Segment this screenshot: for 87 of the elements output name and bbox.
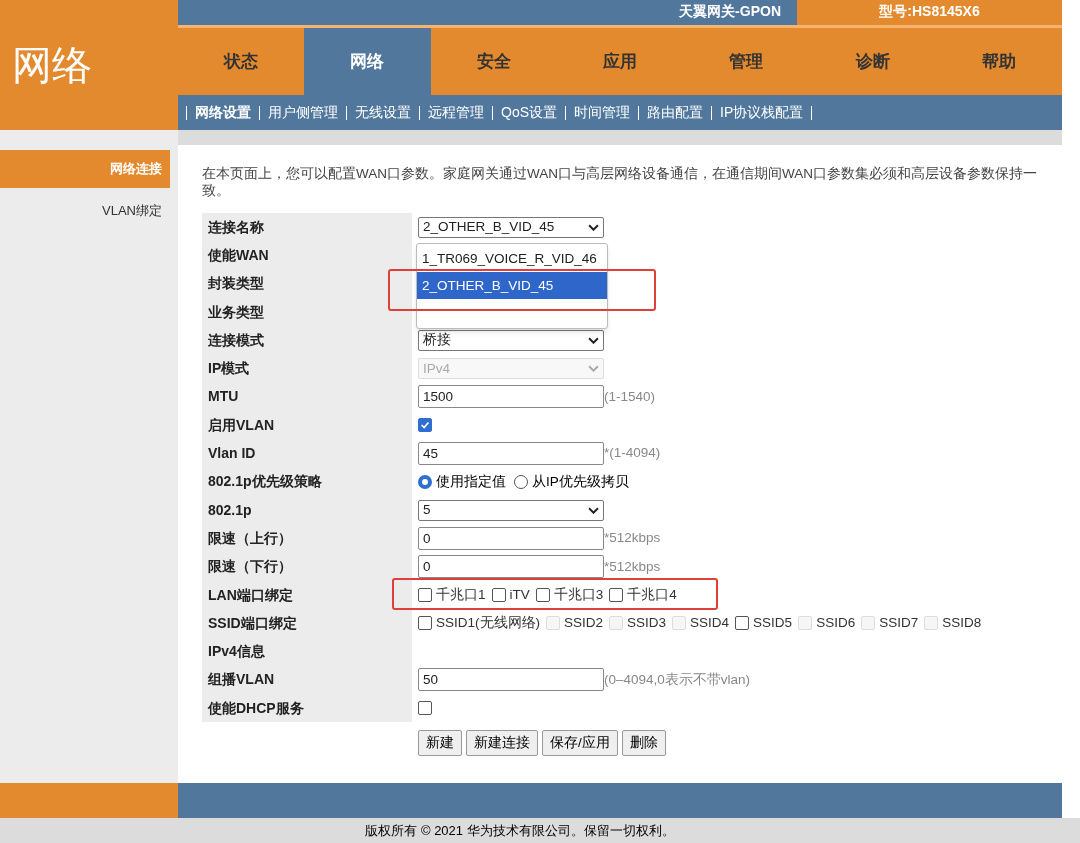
hint-text: *(1-4094) xyxy=(604,444,661,463)
input-field[interactable]: 0 xyxy=(418,526,604,550)
field-label: 启用VLAN xyxy=(208,416,275,433)
checkbox-label: SSID1(无线网络) xyxy=(436,614,540,633)
chevron-icon xyxy=(588,223,599,231)
form-button[interactable]: 删除 xyxy=(621,730,666,757)
checkbox-label: iTV xyxy=(509,585,530,604)
input-field[interactable]: 0 xyxy=(418,555,604,579)
field-label: 连接名称 xyxy=(208,218,264,235)
select-field[interactable]: 2_OTHER_B_VID_45 xyxy=(418,216,604,238)
checkbox-label: 千兆口4 xyxy=(627,585,677,604)
input-field[interactable]: 50 xyxy=(418,668,604,692)
checkbox-label: SSID2 xyxy=(564,614,604,633)
hint-text: *512kbps xyxy=(604,529,661,548)
field-label: 使能WAN xyxy=(208,246,269,263)
checkbox-label: 千兆口1 xyxy=(436,585,486,604)
nav-tab[interactable]: 诊断 xyxy=(809,28,936,95)
subnav-link[interactable]: 无线设置 xyxy=(347,102,419,123)
checkbox[interactable] xyxy=(609,588,624,602)
field-label: IP模式 xyxy=(208,360,250,377)
checkbox[interactable] xyxy=(735,616,750,631)
field-label: 802.1p优先级策略 xyxy=(208,473,322,490)
input-field[interactable]: 45 xyxy=(418,442,604,465)
checkbox[interactable] xyxy=(418,616,432,631)
checkbox-label: SSID6 xyxy=(816,614,856,633)
dropdown-option[interactable]: 1_TR069_VOICE_R_VID_46 xyxy=(417,245,607,272)
checkbox-label: 千兆口3 xyxy=(553,585,604,604)
checkbox-label: SSID4 xyxy=(690,614,730,633)
checkbox[interactable] xyxy=(418,588,432,602)
select-field[interactable]: 5 xyxy=(418,499,604,521)
checkbox-label: SSID8 xyxy=(942,614,982,633)
form-button[interactable]: 新建连接 xyxy=(466,730,538,757)
subnav-link[interactable]: 远程管理 xyxy=(420,102,492,123)
subnav-link[interactable]: 时间管理 xyxy=(566,102,638,123)
checkbox[interactable] xyxy=(491,588,506,602)
select-field[interactable]: 桥接 xyxy=(418,329,604,351)
sidebar-item[interactable]: 网络连接 xyxy=(0,150,170,188)
copyright-text: 版权所有 © 2021 华为技术有限公司。保留一切权利。 xyxy=(365,822,675,840)
section-title: 网络 xyxy=(12,42,92,89)
field-label: LAN端口绑定 xyxy=(208,586,293,603)
field-label: SSID端口绑定 xyxy=(208,614,297,631)
radio-label: 使用指定值 xyxy=(436,472,506,491)
field-label: 使能DHCP服务 xyxy=(208,699,304,716)
nav-tab[interactable]: 安全 xyxy=(430,28,557,95)
sidebar-item[interactable]: VLAN绑定 xyxy=(0,192,170,230)
field-label: Vlan ID xyxy=(208,445,256,461)
radio-button[interactable] xyxy=(514,474,528,489)
hint-text: (0–4094,0表示不带vlan) xyxy=(604,670,751,689)
subnav-link[interactable]: 用户侧管理 xyxy=(260,102,346,123)
form-button[interactable]: 保存/应用 xyxy=(542,730,618,757)
input-field[interactable]: 1500 xyxy=(418,385,604,409)
hint-text: (1-1540) xyxy=(604,387,656,406)
chevron-icon xyxy=(588,336,599,344)
subnav-link[interactable]: 路由配置 xyxy=(639,102,711,123)
field-label: 802.1p xyxy=(208,501,252,518)
chevron-icon xyxy=(588,365,599,373)
chevron-icon xyxy=(588,506,599,514)
nav-tab[interactable]: 状态 xyxy=(178,28,305,95)
subnav-link[interactable]: 网络设置 xyxy=(187,102,259,123)
brand-label: 天翼网关-GPON xyxy=(678,2,782,21)
field-label: MTU xyxy=(208,388,239,405)
checkbox-label: SSID3 xyxy=(627,614,667,633)
checkbox[interactable] xyxy=(418,701,432,716)
nav-tab[interactable]: 网络 xyxy=(304,28,431,95)
radio-button[interactable] xyxy=(418,474,432,489)
field-label: 业务类型 xyxy=(208,303,264,320)
nav-tab[interactable]: 应用 xyxy=(556,28,684,95)
subnav-link[interactable]: IP协议栈配置 xyxy=(712,102,812,123)
field-label: 封装类型 xyxy=(208,275,264,292)
model-label: 型号:HS8145X6 xyxy=(797,0,1062,25)
form-button[interactable]: 新建 xyxy=(418,730,462,757)
field-label: 限速（上行） xyxy=(208,529,292,546)
field-label: 组播VLAN xyxy=(208,671,275,688)
field-label: IPv4信息 xyxy=(208,643,265,660)
hint-text: *512kbps xyxy=(604,557,661,576)
checkbox[interactable] xyxy=(418,418,432,433)
nav-tab[interactable]: 帮助 xyxy=(935,28,1062,95)
intro-text: 在本页面上，您可以配置WAN口参数。家庭网关通过WAN口与高层网络设备通信，在通信期间WAN口参数集必须和高层设备参数保持一致。 xyxy=(202,165,1038,199)
radio-label: 从IP优先级拷贝 xyxy=(532,472,629,491)
checkbox[interactable] xyxy=(535,588,550,602)
subnav-link[interactable]: QoS设置 xyxy=(493,102,565,123)
dropdown-option[interactable]: 2_OTHER_B_VID_45 xyxy=(417,272,607,299)
checkbox-label: SSID7 xyxy=(879,614,919,633)
nav-tab[interactable]: 管理 xyxy=(683,28,810,95)
field-label: 连接模式 xyxy=(208,331,264,348)
field-label: 限速（下行） xyxy=(208,558,292,575)
checkbox-label: SSID5 xyxy=(753,614,793,633)
